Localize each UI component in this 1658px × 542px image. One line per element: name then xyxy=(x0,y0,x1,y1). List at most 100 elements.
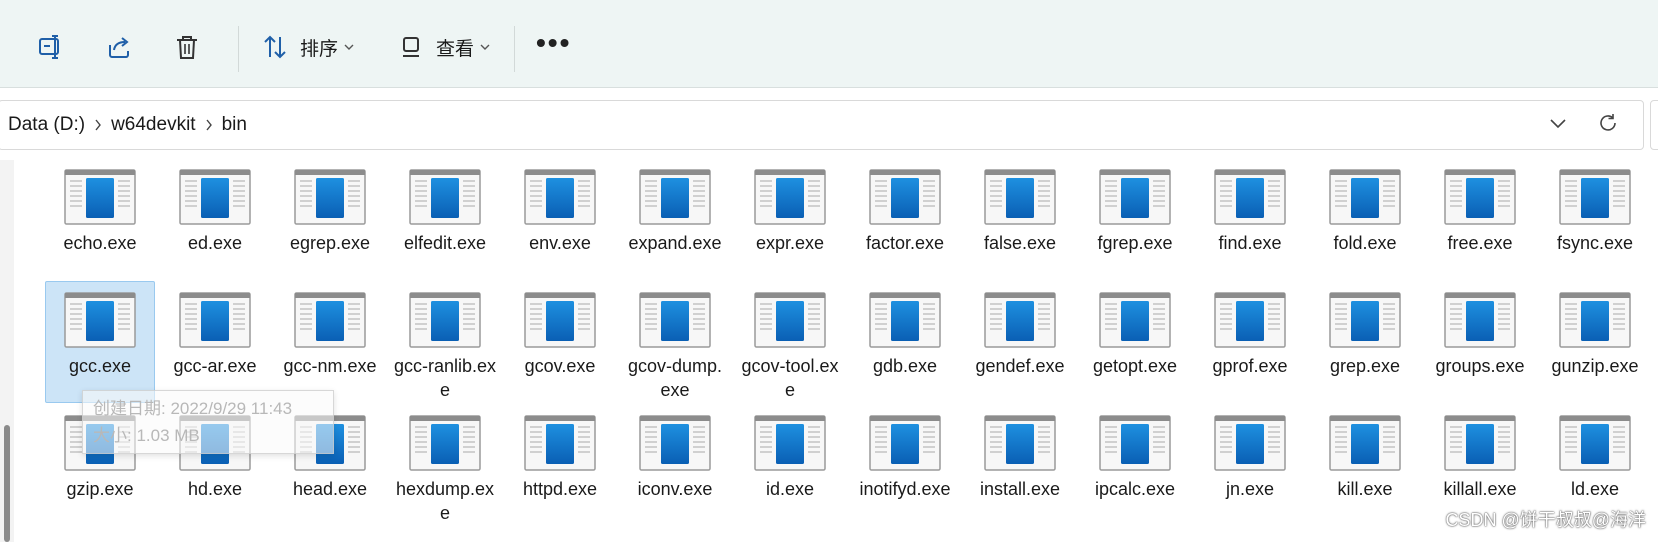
file-name: groups.exe xyxy=(1435,356,1525,376)
exe-file-icon xyxy=(639,292,711,348)
file-item[interactable]: expand.exe xyxy=(620,158,730,280)
file-name: ipcalc.exe xyxy=(1094,479,1176,499)
file-name: free.exe xyxy=(1447,233,1513,253)
file-name: fold.exe xyxy=(1333,233,1397,253)
file-name: egrep.exe xyxy=(289,233,371,253)
file-item[interactable]: inotifyd.exe xyxy=(850,404,960,526)
exe-file-icon xyxy=(409,292,481,348)
chevron-right-icon xyxy=(196,119,222,131)
tooltip-file-size: 大小: 1.03 MB xyxy=(93,426,200,445)
file-item[interactable]: ipcalc.exe xyxy=(1080,404,1190,526)
file-name: find.exe xyxy=(1218,233,1282,253)
tooltip-created-date: 创建日期: 2022/9/29 11:43 xyxy=(93,399,293,418)
file-item[interactable]: getopt.exe xyxy=(1080,281,1190,403)
exe-file-icon xyxy=(409,415,481,471)
address-history-dropdown[interactable] xyxy=(1549,101,1567,149)
file-item[interactable]: gcov-dump.exe xyxy=(620,281,730,403)
file-item[interactable]: gcc-ranlib.exe xyxy=(390,281,500,403)
more-options-button[interactable]: ••• xyxy=(536,29,571,57)
delete-button[interactable] xyxy=(172,32,202,62)
file-name: ed.exe xyxy=(187,233,243,253)
view-monitor-icon xyxy=(396,32,426,62)
exe-file-icon xyxy=(984,169,1056,225)
rename-button[interactable] xyxy=(36,32,66,62)
file-item[interactable]: gcov.exe xyxy=(505,281,615,403)
exe-file-icon xyxy=(294,292,366,348)
file-item[interactable]: hexdump.exe xyxy=(390,404,500,526)
exe-file-icon xyxy=(1444,415,1516,471)
file-item[interactable]: kill.exe xyxy=(1310,404,1420,526)
refresh-button[interactable] xyxy=(1597,101,1619,149)
breadcrumb-current[interactable]: bin xyxy=(222,114,247,136)
file-name: elfedit.exe xyxy=(403,233,487,253)
file-item[interactable]: factor.exe xyxy=(850,158,960,280)
file-item[interactable]: false.exe xyxy=(965,158,1075,280)
file-tooltip: 创建日期: 2022/9/29 11:43 大小: 1.03 MB xyxy=(82,390,334,454)
view-button[interactable]: 查看 xyxy=(396,32,490,62)
file-name: env.exe xyxy=(529,233,591,253)
file-name: gcc.exe xyxy=(68,356,132,376)
file-item[interactable]: env.exe xyxy=(505,158,615,280)
file-item[interactable]: gcc.exe xyxy=(45,281,155,403)
file-item[interactable]: install.exe xyxy=(965,404,1075,526)
file-item[interactable]: expr.exe xyxy=(735,158,845,280)
file-name: hd.exe xyxy=(187,479,243,499)
file-item[interactable]: groups.exe xyxy=(1425,281,1535,403)
file-name: gcc-nm.exe xyxy=(283,356,377,376)
file-item[interactable]: gendef.exe xyxy=(965,281,1075,403)
file-name: expand.exe xyxy=(628,233,722,253)
file-item[interactable]: grep.exe xyxy=(1310,281,1420,403)
toolbar-separator xyxy=(238,26,239,72)
file-name: hexdump.exe xyxy=(395,479,495,523)
file-item[interactable]: gcc-nm.exe xyxy=(275,281,385,403)
file-item[interactable]: gunzip.exe xyxy=(1540,281,1650,403)
breadcrumb-drive[interactable]: Data (D:) xyxy=(8,114,85,136)
file-item[interactable]: jn.exe xyxy=(1195,404,1305,526)
file-item[interactable]: gprof.exe xyxy=(1195,281,1305,403)
exe-file-icon xyxy=(1214,415,1286,471)
file-name: iconv.exe xyxy=(637,479,713,499)
file-item[interactable]: iconv.exe xyxy=(620,404,730,526)
scrollbar-thumb[interactable] xyxy=(4,425,10,542)
file-item[interactable]: elfedit.exe xyxy=(390,158,500,280)
exe-file-icon xyxy=(754,169,826,225)
file-item[interactable]: find.exe xyxy=(1195,158,1305,280)
chevron-down-icon xyxy=(1549,116,1567,134)
share-button[interactable] xyxy=(104,32,134,62)
exe-file-icon xyxy=(1099,415,1171,471)
file-item[interactable]: gcov-tool.exe xyxy=(735,281,845,403)
file-item[interactable]: echo.exe xyxy=(45,158,155,280)
exe-file-icon xyxy=(1329,292,1401,348)
file-name: echo.exe xyxy=(63,233,137,253)
exe-file-icon xyxy=(64,169,136,225)
file-item[interactable]: ed.exe xyxy=(160,158,270,280)
exe-file-icon xyxy=(984,415,1056,471)
breadcrumb-folder[interactable]: w64devkit xyxy=(111,114,196,136)
file-item[interactable]: gdb.exe xyxy=(850,281,960,403)
file-item[interactable]: httpd.exe xyxy=(505,404,615,526)
share-icon xyxy=(104,32,134,62)
exe-file-icon xyxy=(1329,169,1401,225)
file-name: gcov-dump.exe xyxy=(627,356,723,400)
file-item[interactable]: fold.exe xyxy=(1310,158,1420,280)
file-name: inotifyd.exe xyxy=(859,479,951,499)
file-name: id.exe xyxy=(765,479,815,499)
file-item[interactable]: id.exe xyxy=(735,404,845,526)
exe-file-icon xyxy=(1559,169,1631,225)
file-item[interactable]: gcc-ar.exe xyxy=(160,281,270,403)
chevron-down-icon xyxy=(344,38,354,56)
rename-icon xyxy=(36,32,66,62)
file-name: install.exe xyxy=(979,479,1061,499)
exe-file-icon xyxy=(1214,292,1286,348)
address-bar[interactable]: Data (D:) w64devkit bin xyxy=(0,100,1644,150)
exe-file-icon xyxy=(1444,292,1516,348)
file-item[interactable]: free.exe xyxy=(1425,158,1535,280)
sort-button[interactable]: 排序 xyxy=(260,32,354,62)
exe-file-icon xyxy=(179,169,251,225)
search-box[interactable] xyxy=(1650,100,1658,150)
view-label: 查看 xyxy=(436,38,475,60)
file-item[interactable]: egrep.exe xyxy=(275,158,385,280)
file-item[interactable]: fsync.exe xyxy=(1540,158,1650,280)
file-name: gdb.exe xyxy=(872,356,938,376)
file-item[interactable]: fgrep.exe xyxy=(1080,158,1190,280)
